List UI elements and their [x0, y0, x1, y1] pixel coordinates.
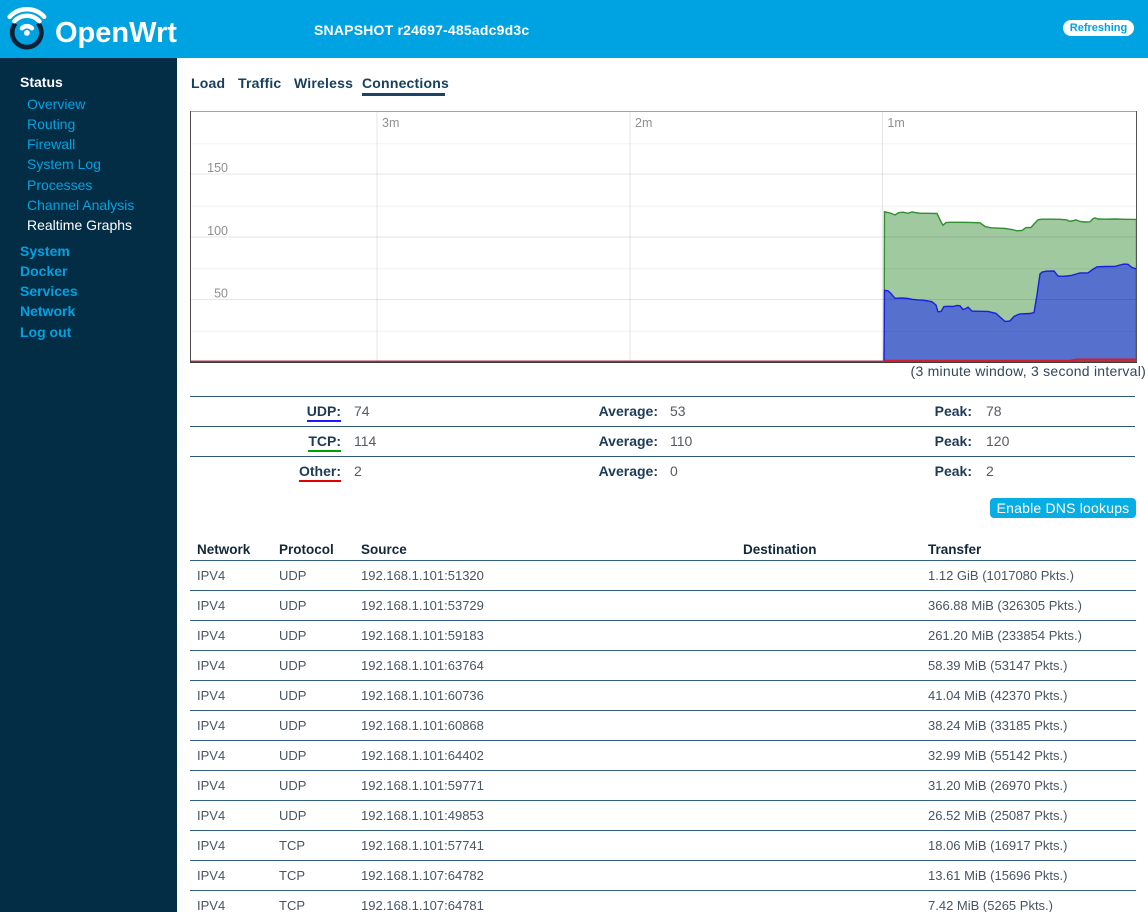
svg-text:100: 100	[207, 224, 228, 238]
svg-text:50: 50	[214, 287, 228, 301]
svg-text:1m: 1m	[887, 116, 904, 130]
svg-text:150: 150	[207, 161, 228, 175]
svg-text:2m: 2m	[635, 116, 652, 130]
svg-text:3m: 3m	[382, 116, 399, 130]
